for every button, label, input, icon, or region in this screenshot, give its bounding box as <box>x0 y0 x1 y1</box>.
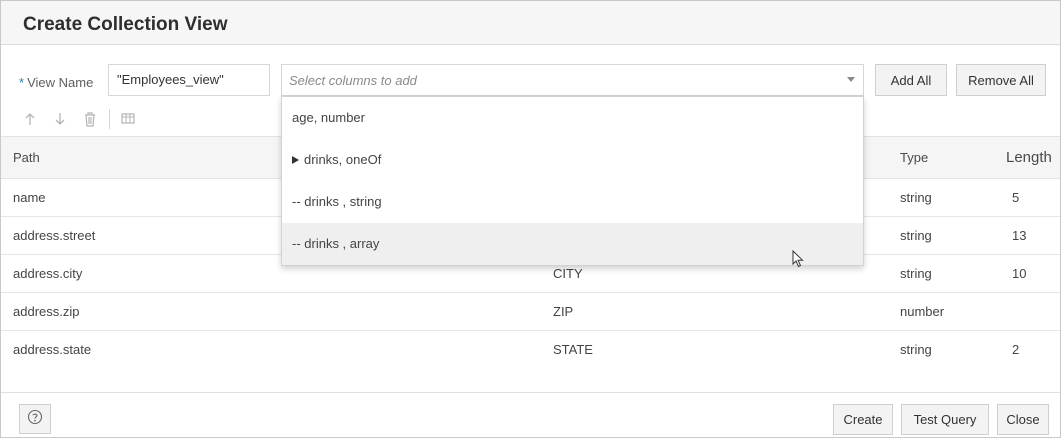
row-length: 13 <box>1012 228 1027 243</box>
table-row[interactable]: address.state STATE string 2 <box>1 331 1060 371</box>
header-length: Length <box>1006 149 1052 166</box>
view-name-label-group: * View Name <box>19 75 93 90</box>
view-name-input[interactable]: "Employees_view" <box>108 64 270 96</box>
view-name-label: View Name <box>27 75 94 90</box>
row-path: address.state <box>13 342 92 357</box>
dropdown-option[interactable]: age, number <box>282 97 863 139</box>
row-path: name <box>13 190 46 205</box>
dropdown-option-label: -- drinks , string <box>292 194 382 209</box>
help-button[interactable] <box>19 404 51 434</box>
required-marker: * <box>19 75 25 90</box>
caret-down-icon[interactable] <box>847 77 855 82</box>
dialog-title: Create Collection View <box>23 14 228 35</box>
add-all-button[interactable]: Add All <box>875 64 947 96</box>
trash-icon[interactable] <box>79 108 101 130</box>
row-length: 5 <box>1012 190 1020 205</box>
columns-dropdown: age, number drinks, oneOf -- drinks , st… <box>281 96 864 266</box>
row-path: address.street <box>13 228 96 243</box>
row-column: ZIP <box>553 304 574 319</box>
toolbar-separator <box>109 109 110 129</box>
header-path: Path <box>13 150 40 165</box>
create-collection-view-dialog: Create Collection View * View Name "Emplo… <box>0 0 1061 438</box>
column-settings-icon[interactable] <box>118 108 140 130</box>
row-column: STATE <box>553 342 593 357</box>
test-query-button[interactable]: Test Query <box>901 404 989 435</box>
arrow-down-icon[interactable] <box>49 108 71 130</box>
help-icon <box>27 409 43 430</box>
row-length: 10 <box>1012 266 1027 281</box>
row-column: CITY <box>553 266 583 281</box>
row-type: string <box>900 190 932 205</box>
create-button[interactable]: Create <box>833 404 893 435</box>
mouse-cursor-icon <box>792 249 804 273</box>
row-type: number <box>900 304 945 319</box>
table-row[interactable]: address.zip ZIP number <box>1 293 1060 331</box>
columns-select[interactable]: Select columns to add <box>281 64 864 96</box>
header-type: Type <box>900 150 929 165</box>
remove-all-button[interactable]: Remove All <box>956 64 1046 96</box>
dropdown-option[interactable]: -- drinks , array <box>282 223 863 265</box>
dropdown-option-label: age, number <box>292 110 365 125</box>
dropdown-option-label: drinks, oneOf <box>304 152 382 167</box>
arrow-up-icon[interactable] <box>19 108 41 130</box>
row-type: string <box>900 342 932 357</box>
row-type: string <box>900 228 932 243</box>
expand-arrow-icon[interactable] <box>292 156 299 164</box>
dropdown-option[interactable]: -- drinks , string <box>282 181 863 223</box>
row-type: string <box>900 266 932 281</box>
dropdown-option[interactable]: drinks, oneOf <box>282 139 863 181</box>
footer-divider <box>1 392 1060 393</box>
dropdown-option-label: -- drinks , array <box>292 236 380 251</box>
row-toolbar <box>19 105 148 133</box>
dialog-title-bar: Create Collection View <box>1 1 1060 45</box>
close-button[interactable]: Close <box>997 404 1049 435</box>
row-path: address.zip <box>13 304 80 319</box>
columns-select-placeholder: Select columns to add <box>289 73 417 88</box>
row-length: 2 <box>1012 342 1020 357</box>
row-path: address.city <box>13 266 83 281</box>
